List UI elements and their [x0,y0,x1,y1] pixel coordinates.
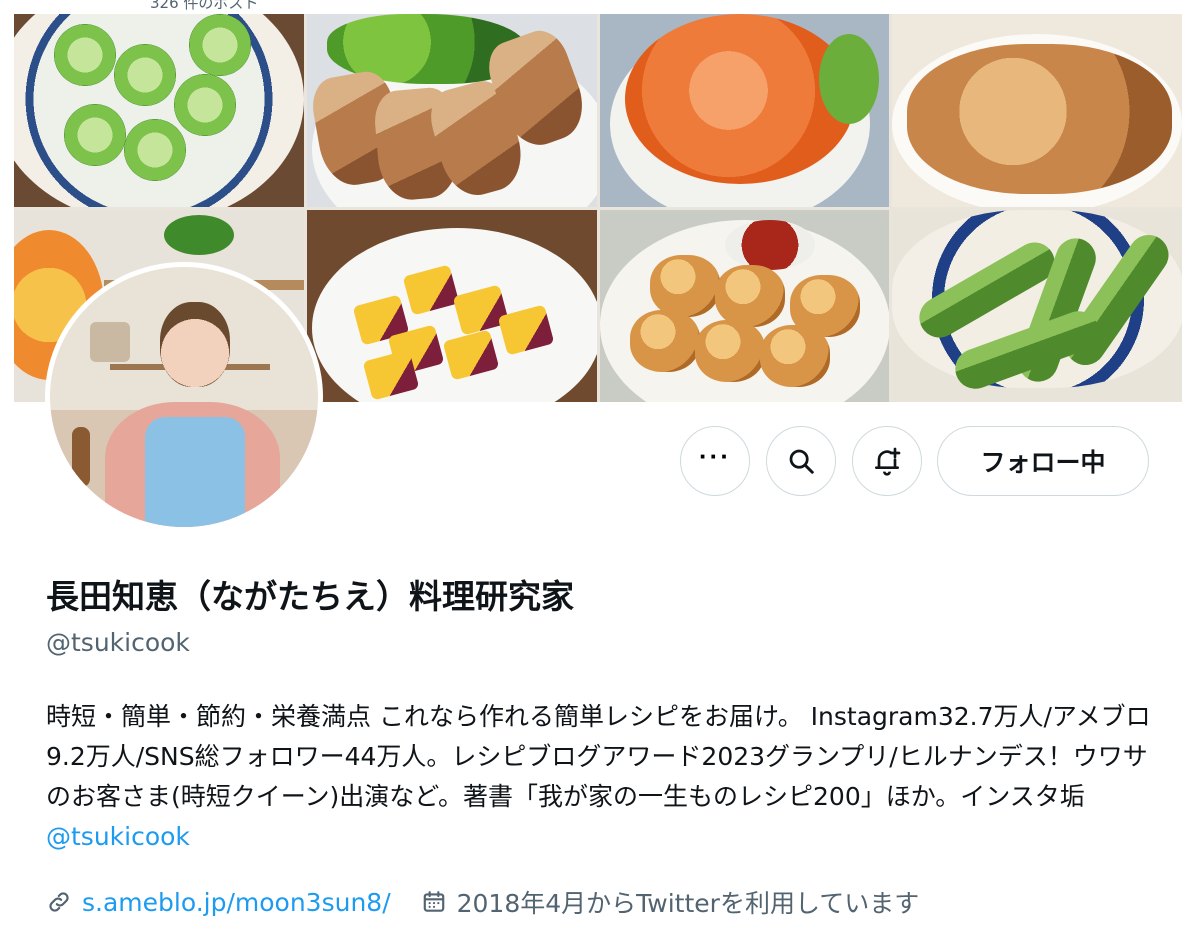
following-button[interactable]: フォロー中 [937,426,1149,496]
banner-tile-edamame [892,209,1182,402]
profile-meta: s.ameblo.jp/moon3sun8/ 2018年4月からTwitterを… [46,882,919,922]
search-button[interactable] [766,426,836,496]
joined-date: 2018年4月からTwitterを利用しています [456,889,920,918]
display-name: 長田知恵（ながたちえ）料理研究家 [46,577,574,616]
profile-url-link[interactable]: s.ameblo.jp/moon3sun8/ [82,888,391,917]
banner-tile-ginger-pork [892,14,1182,207]
banner-tile-pork [306,14,597,207]
notification-button[interactable] [852,426,922,496]
avatar[interactable] [45,262,323,532]
search-icon [789,449,814,474]
banner-tile-cucumber [14,14,304,207]
user-handle: @tsukicook [46,628,190,657]
bio-mention-link[interactable]: @tsukicook [46,822,190,851]
banner-tile-sweet-potato [306,209,597,402]
banner-tile-karaage [599,209,890,402]
link-icon [49,892,69,912]
avatar-photo [50,267,318,527]
bio-text: 時短・簡単・節約・栄養満点 これなら作れる簡単レシピをお届け。 Instagra… [46,702,1151,811]
post-count: 326 件のポスト [150,0,259,12]
banner-tile-carrot [599,14,890,207]
calendar-icon [423,891,444,912]
more-button[interactable]: ··· [680,426,750,496]
notification-bell-plus-icon [875,447,901,476]
more-icon: ··· [699,441,731,471]
profile-bio: 時短・簡単・節約・栄養満点 これなら作れる簡単レシピをお届け。 Instagra… [46,697,1156,857]
header-strip: 326 件のポスト [0,0,1200,14]
